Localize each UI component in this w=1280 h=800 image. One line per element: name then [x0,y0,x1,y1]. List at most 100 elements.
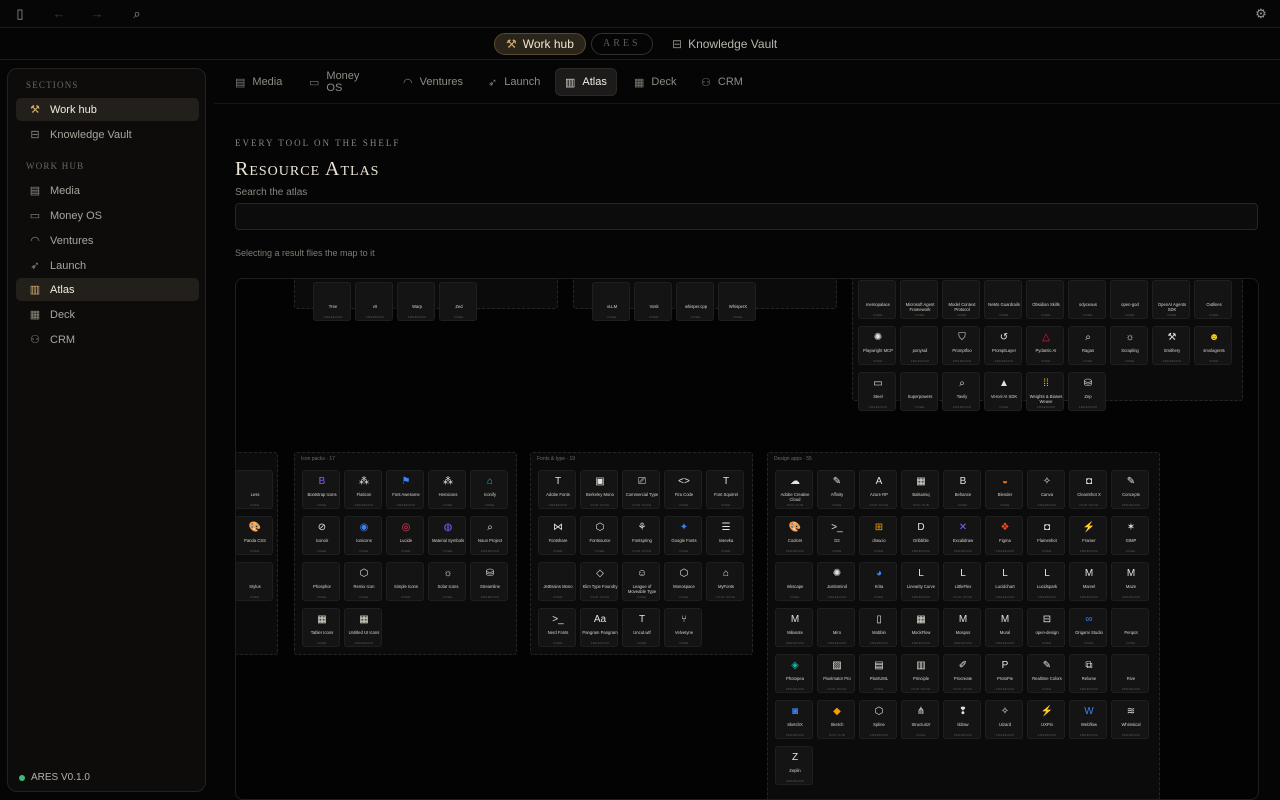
atlas-tile[interactable]: D Dribbble FREEMIUM [901,516,939,555]
tab-money-os[interactable]: ▭ Money OS [300,68,368,96]
atlas-tile[interactable]: M Milanote FREEMIUM [775,608,813,647]
atlas-tile[interactable]: ponyrail FREEMIUM [900,326,938,365]
atlas-tile[interactable]: ⚡ Framer FREEMIUM [1069,516,1107,555]
atlas-tile[interactable]: ✧ Canva FREEMIUM [1027,470,1065,509]
sidebar-item-launch[interactable]: ➶ Launch [16,254,199,277]
atlas-tile[interactable]: open-god FREE [1110,280,1148,319]
atlas-tile[interactable]: ⎚ Commercial Type PAID ONCE [622,470,660,509]
atlas-tile[interactable]: Penpot FREE [1111,608,1149,647]
atlas-tile[interactable]: M Maze FREEMIUM [1111,562,1149,601]
atlas-tile[interactable]: ❢ tldraw FREEMIUM [943,700,981,739]
atlas-tile[interactable]: ▦ Untitled UI Icons FREEMIUM [344,608,382,647]
atlas-tile[interactable]: ☰ Iosevka FREE [706,516,744,555]
tab-launch[interactable]: ➶ Launch [479,68,549,96]
atlas-tile[interactable]: ▤ PlantUML FREE [859,654,897,693]
atlas-tile[interactable]: T Uncut.wtf FREE [622,608,660,647]
atlas-tile[interactable]: L LittleFlex PAID ONCE [943,562,981,601]
atlas-tile[interactable]: ✺ Justinmind FREEMIUM [817,562,855,601]
atlas-tile[interactable]: Model Context Protocol FREE [942,280,980,319]
atlas-tile[interactable]: 🎨 Panda CSS FREE [236,516,273,555]
atlas-tile[interactable]: ⊘ Iconoir FREE [302,516,340,555]
atlas-tile[interactable]: L Lucidchart FREEMIUM [985,562,1023,601]
atlas-tile[interactable]: ✺ Playwright MCP FREE [858,326,896,365]
atlas-tile[interactable]: Outlines FREE [1194,280,1232,319]
tab-atlas[interactable]: ▥ Atlas [555,68,617,96]
atlas-tile[interactable]: ◈ Photopea FREEMIUM [775,654,813,693]
atlas-tile[interactable]: △ Pydantic AI FREE [1026,326,1064,365]
sidebar-item-atlas[interactable]: ▥ Atlas [16,278,199,301]
sidebar-item-knowledge-vault[interactable]: ⊟ Knowledge Vault [16,123,199,146]
atlas-tile[interactable]: ⚑ Font Awesome FREEMIUM [386,470,424,509]
arrow-right-icon[interactable]: → [89,6,105,22]
atlas-tile[interactable]: ⚒ Smithery FREEMIUM [1152,326,1190,365]
atlas-tile[interactable]: whisper.cpp FREE [676,282,714,321]
atlas-tile[interactable]: L Linearity Curve FREEMIUM [901,562,939,601]
atlas-tile[interactable]: ✎ Concepts FREEMIUM [1111,470,1149,509]
atlas-tile[interactable]: ⌕ Noun Project FREEMIUM [470,516,508,555]
atlas-tile[interactable]: Obsidian Skills FREE [1026,280,1064,319]
atlas-tile[interactable]: odyceaus FREE [1068,280,1106,319]
atlas-tile[interactable]: ✎ Realtime Colors FREE [1027,654,1065,693]
atlas-tile[interactable]: M Mural FREEMIUM [985,608,1023,647]
atlas-tile[interactable]: ⋔ Structurizr FREE [901,700,939,739]
atlas-tile[interactable]: ◘ CleanShot X PAID ONCE [1069,470,1107,509]
tab-media[interactable]: ▤ Media [226,68,291,96]
atlas-tile[interactable]: ◙ SketchX FREEMIUM [775,700,813,739]
atlas-tile[interactable]: ⬡ Monospace FREE [664,562,702,601]
atlas-tile[interactable]: NeMo Guardrails FREE [984,280,1022,319]
atlas-tile[interactable]: ⧉ Relume FREEMIUM [1069,654,1107,693]
atlas-tile[interactable]: >_ D2 FREE [817,516,855,555]
atlas-tile[interactable]: ☁ Adobe Creative Cloud PAID SUB [775,470,813,509]
atlas-tile[interactable]: ☻ smolagents FREE [1194,326,1232,365]
atlas-tile[interactable]: ▨ Pixelmator Pro PAID ONCE [817,654,855,693]
atlas-tile[interactable]: v0 FREEMIUM [355,282,393,321]
atlas-tile[interactable]: ▯ Mobbin FREEMIUM [859,608,897,647]
atlas-tile[interactable]: Less FREE [236,470,273,509]
atlas-tile[interactable]: ✦ Google Fonts FREE [664,516,702,555]
atlas-tile[interactable]: Z Zeplin FREEMIUM [775,746,813,785]
atlas-tile[interactable]: ⚘ Fontspring PAID ONCE [622,516,660,555]
atlas-tile[interactable]: Simple Icons FREE [386,562,424,601]
atlas-tile[interactable]: ⬡ Remix Icon FREE [344,562,382,601]
arrow-left-icon[interactable]: ← [51,6,67,22]
pill-ares[interactable]: ARES [591,33,653,55]
sidebar-item-deck[interactable]: ▦ Deck [16,303,199,326]
atlas-tile[interactable]: ▣ Berkeley Mono PAID ONCE [580,470,618,509]
atlas-tile[interactable]: B Behance FREE [943,470,981,509]
atlas-tile[interactable]: ▲ Vercel AI SDK FREE [984,372,1022,411]
atlas-tile[interactable]: ✶ GIMP FREE [1111,516,1149,555]
atlas-tile[interactable]: ▦ Balsamiq PAID SUB [901,470,939,509]
atlas-tile[interactable]: Tree FREEMIUM [313,282,351,321]
atlas-tile[interactable]: Aa Pangram Pangram FREEMIUM [580,608,618,647]
atlas-tile[interactable]: ◉ Ionicons FREE [344,516,382,555]
atlas-tile[interactable]: ✕ Excalidraw FREEMIUM [943,516,981,555]
tab-deck[interactable]: ▦ Deck [625,68,685,96]
atlas-tile[interactable]: Microsoft Agent Framework FREE [900,280,938,319]
atlas-tile[interactable]: ☺ League of Moveable Type FREE [622,562,660,601]
sidebar-item-money-os[interactable]: ▭ Money OS [16,204,199,227]
atlas-tile[interactable]: M Marvel FREEMIUM [1069,562,1107,601]
atlas-tile[interactable]: 🎨 Coolors FREEMIUM [775,516,813,555]
atlas-tile[interactable]: Phosphor FREE [302,562,340,601]
atlas-tile[interactable]: Warp FREEMIUM [397,282,435,321]
search-icon[interactable]: ⌕ [129,6,145,22]
atlas-tile[interactable]: Stylus FREE [236,562,273,601]
atlas-tile[interactable]: ◎ Lucide FREE [386,516,424,555]
atlas-tile[interactable]: P ProtoPie FREEMIUM [985,654,1023,693]
atlas-tile[interactable]: ⌂ MyFonts PAID ONCE [706,562,744,601]
atlas-tile[interactable]: Inkscape FREE [775,562,813,601]
atlas-tile[interactable]: ⊞ draw.io FREE [859,516,897,555]
atlas-tile[interactable]: L Lucidspark FREEMIUM [1027,562,1065,601]
atlas-tile[interactable]: Zed FREE [439,282,477,321]
atlas-tile[interactable]: ◆ Sketch PAID SUB [817,700,855,739]
pill-work-hub[interactable]: ⚒ Work hub [494,33,586,55]
atlas-map[interactable]: Tree FREEMIUM v0 FREEMIUM Warp FREEMIUM Zed FRE… [235,278,1259,800]
tab-crm[interactable]: ⚇ CRM [692,68,752,96]
gear-icon[interactable]: ⚙ [1253,6,1269,22]
atlas-tile[interactable]: JetBrains Mono FREE [538,562,576,601]
atlas-tile[interactable]: OpenAI Agents SDK FREE [1152,280,1190,319]
atlas-search-input[interactable] [235,203,1258,230]
atlas-tile[interactable]: ⁂ Heroicons FREE [428,470,466,509]
atlas-tile[interactable]: B Bootstrap Icons FREE [302,470,340,509]
sidebar-item-media[interactable]: ▤ Media [16,179,199,202]
